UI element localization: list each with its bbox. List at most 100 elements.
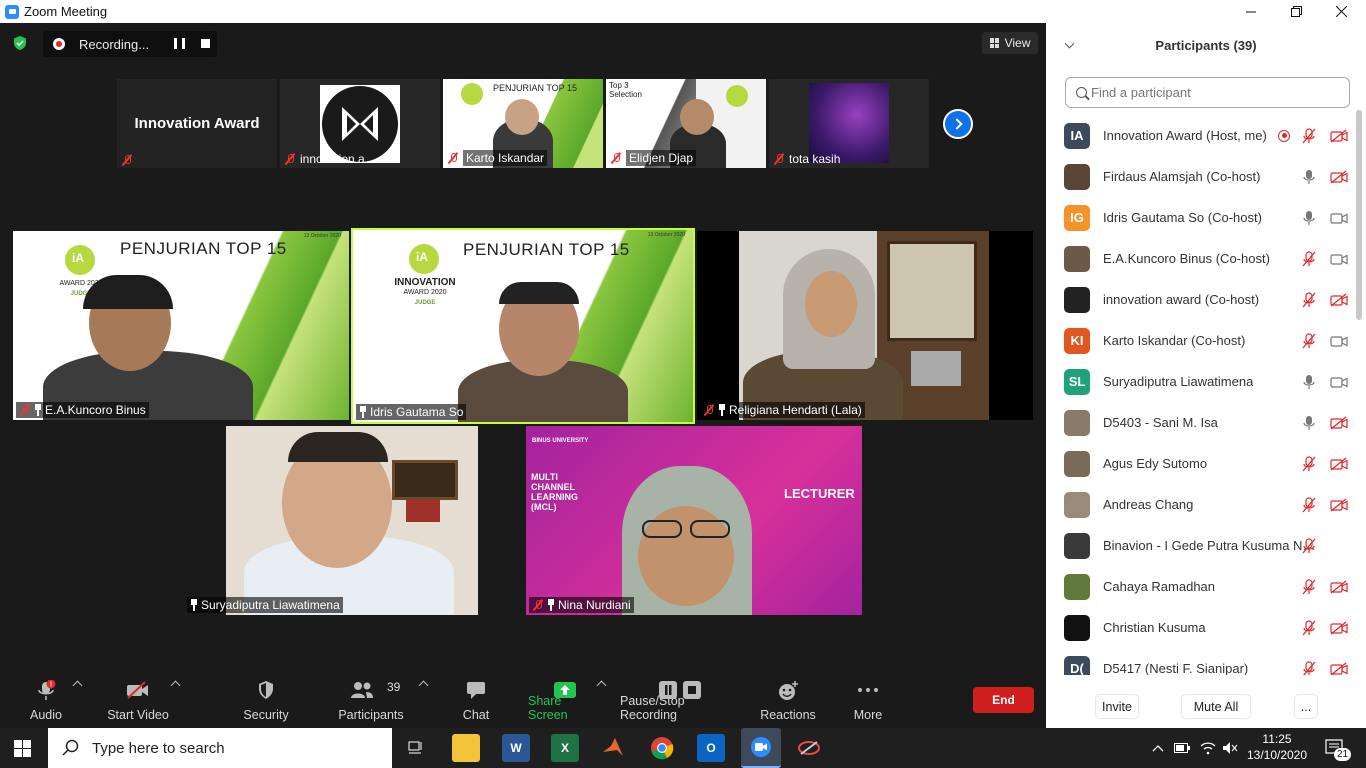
video-off-icon[interactable] (1330, 169, 1348, 184)
muted-mic-icon[interactable] (1302, 578, 1316, 595)
tile-name: Idris Gautama So (370, 405, 464, 419)
pause-recording-icon[interactable] (174, 38, 185, 49)
audio-options-caret[interactable] (72, 680, 83, 691)
muted-mic-icon[interactable] (1302, 455, 1316, 472)
mute-all-button[interactable]: Mute All (1181, 694, 1251, 719)
pause-stop-recording-button[interactable]: Pause/Stop Recording (620, 670, 742, 728)
participant-row[interactable]: D5403 - Sani M. Isa (1046, 402, 1356, 443)
video-tile-suryadiputra-liawatimena[interactable]: Suryadiputra Liawatimena (184, 426, 520, 615)
file-explorer-icon[interactable] (452, 734, 480, 762)
chrome-icon[interactable] (648, 734, 676, 762)
video-off-icon[interactable] (1330, 661, 1348, 675)
next-page-button[interactable] (943, 109, 973, 139)
video-icon[interactable] (1330, 252, 1348, 266)
participants-scrollbar[interactable] (1356, 110, 1362, 320)
muted-mic-icon[interactable] (1302, 496, 1316, 513)
video-off-icon (127, 681, 148, 699)
word-icon[interactable]: W (502, 734, 530, 762)
participant-row[interactable]: SL Suryadiputra Liawatimena (1046, 361, 1356, 402)
task-view-icon[interactable] (402, 734, 430, 762)
participant-search-input[interactable] (1091, 85, 1341, 100)
view-button[interactable]: View (982, 32, 1038, 54)
participant-row[interactable]: Agus Edy Sutomo (1046, 443, 1356, 484)
audio-button[interactable]: ! Audio (20, 670, 72, 728)
muted-mic-icon (532, 599, 544, 611)
panel-more-button[interactable]: ... (1294, 694, 1318, 719)
participant-row[interactable]: IA Innovation Award (Host, me) (1046, 115, 1356, 156)
video-tile-idris-gautama-so[interactable]: iA INNOVATION AWARD 2020 JUDGE PENJURIAN T… (351, 228, 695, 424)
video-icon[interactable] (1330, 375, 1348, 389)
chat-button[interactable]: Chat (456, 670, 496, 728)
start-video-button[interactable]: Start Video (102, 670, 174, 728)
participant-row[interactable]: Binavion - I Gede Putra Kusuma Ne... (1046, 525, 1356, 566)
video-off-icon[interactable] (1330, 456, 1348, 471)
participant-row[interactable]: Andreas Chang (1046, 484, 1356, 525)
participant-row[interactable]: Christian Kusuma (1046, 607, 1356, 648)
invite-button[interactable]: Invite (1095, 694, 1139, 719)
minimize-button[interactable] (1228, 0, 1274, 23)
outlook-icon[interactable]: O (697, 734, 725, 762)
muted-mic-icon[interactable] (1302, 660, 1316, 675)
end-meeting-button[interactable]: End (973, 687, 1034, 713)
muted-mic-icon (284, 153, 296, 165)
video-off-icon[interactable] (1330, 497, 1348, 512)
mic-icon[interactable] (1302, 169, 1316, 185)
participant-row[interactable]: D(D5417 (Nesti F. Sianipar) (1046, 648, 1356, 675)
security-button[interactable]: Security (238, 670, 294, 728)
participant-row[interactable]: KI Karto Iskandar (Co-host) (1046, 320, 1356, 361)
muted-mic-icon[interactable] (1302, 291, 1316, 308)
more-button[interactable]: More (846, 670, 890, 728)
thumbnail-innovation-award-cohost[interactable]: innovation a... (280, 79, 440, 168)
video-off-icon[interactable] (1330, 415, 1348, 430)
mic-icon[interactable] (1302, 374, 1316, 390)
matlab-icon[interactable] (599, 734, 627, 762)
muted-mic-icon[interactable] (1302, 332, 1316, 349)
thumbnail-tota-kasih[interactable]: tota kasih (769, 79, 929, 168)
muted-mic-icon[interactable] (1302, 619, 1316, 636)
video-off-icon[interactable] (1330, 128, 1348, 143)
close-button[interactable] (1318, 0, 1364, 23)
taskbar-clock[interactable]: 11:25 13/10/2020 (1246, 731, 1308, 763)
thumbnail-karto-iskandar[interactable]: PENJURIAN TOP 15 Karto Iskandar (443, 79, 603, 168)
participant-row[interactable]: IG Idris Gautama So (Co-host) (1046, 197, 1356, 238)
video-off-icon[interactable] (1330, 579, 1348, 594)
thumbnail-innovation-award[interactable]: Innovation Award (117, 79, 277, 168)
muted-mic-icon (773, 153, 785, 165)
participant-row[interactable]: innovation award (Co-host) (1046, 279, 1356, 320)
video-icon[interactable] (1330, 211, 1348, 225)
show-hidden-icons-chevron[interactable] (1152, 728, 1164, 768)
snipping-tool-icon[interactable] (795, 734, 823, 762)
taskbar-search[interactable]: Type here to search (48, 728, 392, 768)
muted-mic-icon[interactable] (1302, 127, 1316, 144)
encryption-shield-icon[interactable] (12, 35, 28, 51)
participant-search[interactable] (1065, 77, 1350, 108)
participant-row[interactable]: Firdaus Alamsjah (Co-host) (1046, 156, 1356, 197)
excel-icon[interactable]: X (551, 734, 579, 762)
muted-mic-icon (121, 154, 133, 166)
reactions-button[interactable]: Reactions (760, 670, 816, 728)
battery-icon[interactable] (1174, 728, 1190, 768)
wifi-icon[interactable] (1200, 728, 1216, 768)
notifications-button[interactable]: 21 (1324, 728, 1352, 768)
participants-options-caret[interactable] (418, 680, 429, 691)
volume-icon[interactable] (1222, 728, 1238, 768)
participant-row[interactable]: Cahaya Ramadhan (1046, 566, 1356, 607)
muted-mic-icon[interactable] (1302, 250, 1316, 267)
start-button[interactable] (14, 740, 31, 757)
muted-mic-icon[interactable] (1302, 537, 1316, 554)
participants-button[interactable]: 39 Participants (338, 670, 404, 728)
participant-row[interactable]: E.A.Kuncoro Binus (Co-host) (1046, 238, 1356, 279)
video-off-icon[interactable] (1330, 620, 1348, 635)
restore-button[interactable] (1273, 0, 1319, 23)
mic-icon[interactable] (1302, 210, 1316, 226)
video-icon[interactable] (1330, 334, 1348, 348)
video-tile-ea-kuncoro[interactable]: iA AWARD 2020 JUDGE PENJURIAN TOP 15 13 O… (13, 231, 349, 420)
thumbnail-elidjen-djap[interactable]: Top 3 Selection Elidjen Djap (606, 79, 766, 168)
video-tile-religiana-hendarti[interactable]: Religiana Hendarti (Lala) (697, 231, 1033, 420)
zoom-taskbar-icon[interactable] (741, 728, 781, 768)
stop-recording-icon[interactable] (201, 39, 210, 48)
share-screen-button[interactable]: Share Screen (528, 670, 602, 728)
mic-icon[interactable] (1302, 415, 1316, 431)
video-off-icon[interactable] (1330, 292, 1348, 307)
video-tile-nina-nurdiani[interactable]: BINUS UNIVERSITY MULTI CHANNEL LEARNING … (526, 426, 862, 615)
